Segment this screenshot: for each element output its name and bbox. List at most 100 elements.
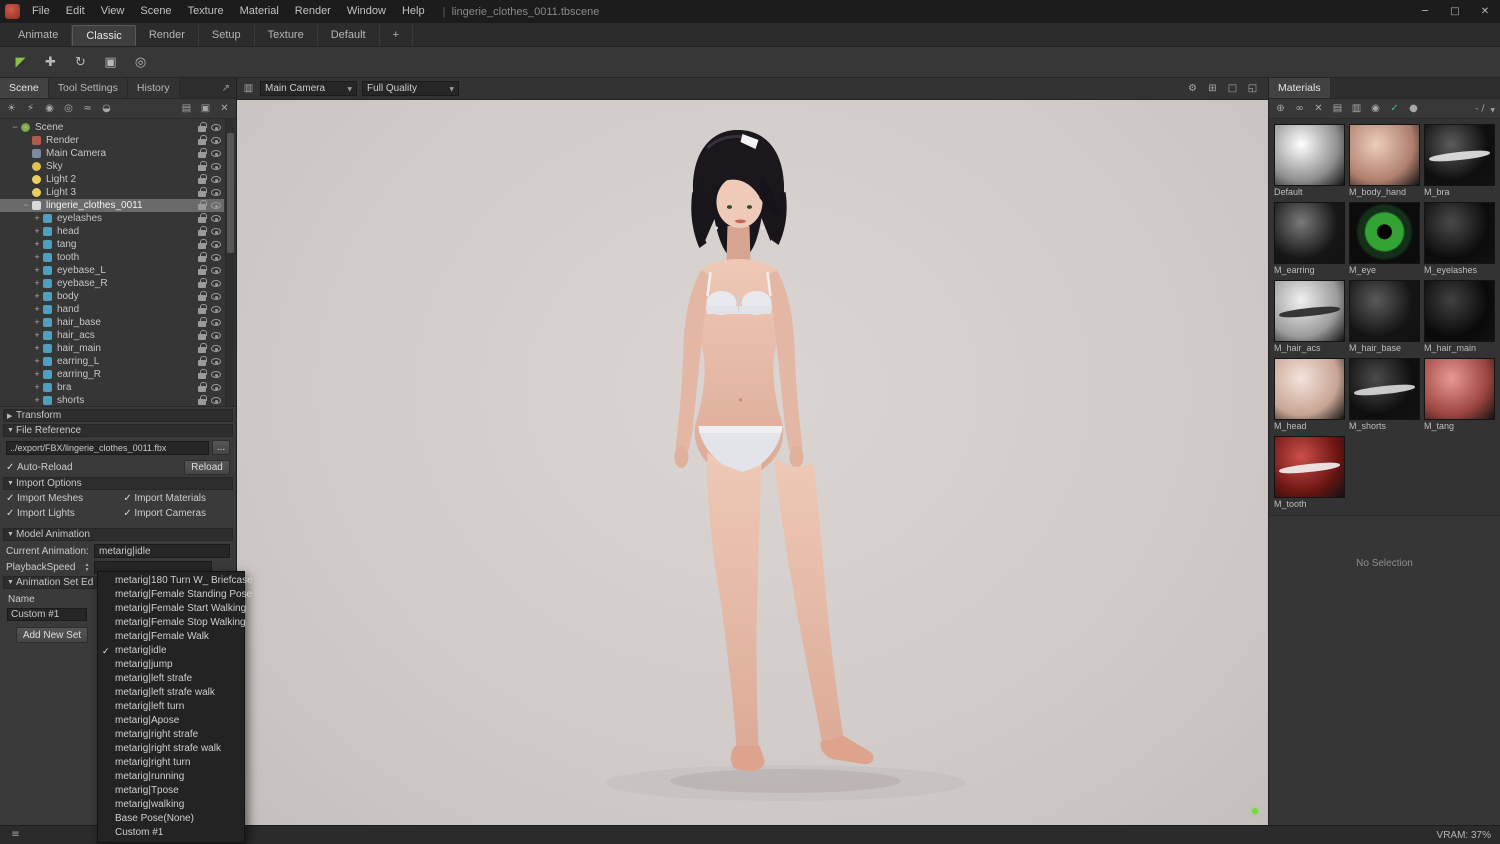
animation-option[interactable]: metarig|idle [98, 644, 244, 658]
add-turntable-icon[interactable]: ◎ [62, 102, 75, 116]
thumbnail-size-control[interactable]: - / [1475, 104, 1484, 114]
visibility-icon[interactable] [211, 176, 221, 183]
menu-item[interactable]: View [93, 0, 133, 23]
scene-tree-item[interactable]: Main Camera [0, 147, 224, 160]
visibility-icon[interactable] [211, 189, 221, 196]
new-folder-icon[interactable]: ▤ [180, 102, 193, 116]
lock-icon[interactable] [198, 342, 207, 353]
materials-menu-caret-icon[interactable] [1490, 102, 1495, 115]
maximize-button[interactable]: □ [1440, 0, 1470, 23]
visibility-icon[interactable] [211, 293, 221, 300]
animation-option[interactable]: metarig|Apose [98, 714, 244, 728]
tree-expander[interactable]: + [32, 238, 42, 251]
menu-item[interactable]: Material [232, 0, 287, 23]
lock-icon[interactable] [198, 329, 207, 340]
add-shadow-catcher-icon[interactable]: ◒ [100, 102, 113, 116]
visibility-icon[interactable] [211, 267, 221, 274]
scene-tree-item[interactable]: − lingerie_clothes_0011 [0, 199, 224, 212]
scene-tree-item[interactable]: + hair_acs [0, 329, 224, 342]
current-animation-select[interactable]: metarig|idle [94, 544, 230, 558]
file-reference-section-header[interactable]: File Reference [3, 424, 233, 437]
workspace-tab[interactable]: Animate [5, 25, 73, 46]
visibility-icon[interactable] [211, 202, 221, 209]
animation-option[interactable]: metarig|right turn [98, 756, 244, 770]
tree-expander[interactable]: + [32, 303, 42, 316]
scene-tree-item[interactable]: + tooth [0, 251, 224, 264]
scene-tree-item[interactable]: + body [0, 290, 224, 303]
lock-icon[interactable] [198, 186, 207, 197]
menu-item[interactable]: Edit [58, 0, 93, 23]
tree-expander[interactable]: + [32, 368, 42, 381]
panel-tab[interactable]: History [127, 78, 180, 98]
tab-materials[interactable]: Materials [1269, 78, 1331, 98]
scene-tree-item[interactable]: + earring_L [0, 355, 224, 368]
visibility-icon[interactable] [211, 397, 221, 404]
animation-option[interactable]: Custom #1 [98, 826, 244, 840]
lock-icon[interactable] [198, 160, 207, 171]
material-tile[interactable]: M_eyelashes [1424, 202, 1495, 276]
lock-icon[interactable] [198, 199, 207, 210]
material-tile[interactable]: M_earring [1274, 202, 1345, 276]
menu-item[interactable]: Texture [180, 0, 232, 23]
visibility-icon[interactable] [211, 215, 221, 222]
character-model[interactable] [237, 100, 1268, 825]
lock-icon[interactable] [198, 277, 207, 288]
tree-expander[interactable]: + [32, 342, 42, 355]
tree-expander[interactable]: − [10, 121, 20, 134]
material-tile[interactable]: M_hair_main [1424, 280, 1495, 354]
workspace-tab[interactable]: Default [318, 25, 380, 46]
scene-tree-item[interactable]: + hair_main [0, 342, 224, 355]
model-animation-header[interactable]: Model Animation [3, 528, 233, 541]
scene-tree-item[interactable]: + earring_R [0, 368, 224, 381]
lock-icon[interactable] [198, 251, 207, 262]
scene-tree-item[interactable]: Light 3 [0, 186, 224, 199]
import-options-header[interactable]: Import Options [3, 477, 233, 490]
add-camera-icon[interactable]: ◉ [43, 102, 56, 116]
material-tile[interactable]: M_tang [1424, 358, 1495, 432]
tree-expander[interactable]: + [32, 277, 42, 290]
animation-option[interactable]: metarig|Tpose [98, 784, 244, 798]
animation-option[interactable]: metarig|Female Walk [98, 630, 244, 644]
panel-tab[interactable]: Tool Settings [48, 78, 128, 98]
workspace-tab[interactable]: Texture [255, 25, 318, 46]
material-folder-icon[interactable]: ▤ [1331, 102, 1344, 116]
transform-section-header[interactable]: Transform [3, 409, 233, 422]
scene-tree-item[interactable]: Render [0, 134, 224, 147]
tree-expander[interactable]: + [32, 225, 42, 238]
lock-icon[interactable] [198, 316, 207, 327]
lock-icon[interactable] [198, 212, 207, 223]
camera-select[interactable]: Main Camera [260, 81, 357, 96]
animation-option[interactable]: metarig|180 Turn W_ Briefcase [98, 574, 253, 588]
playback-speed-stepper[interactable] [82, 563, 92, 573]
menu-item[interactable]: Help [394, 0, 433, 23]
animation-option[interactable]: metarig|running [98, 770, 244, 784]
animation-option[interactable]: metarig|Female Start Walking [98, 602, 246, 616]
animation-set-name-input[interactable] [7, 608, 87, 621]
menu-item[interactable]: Render [287, 0, 339, 23]
panel-tab[interactable]: Scene [0, 78, 49, 98]
lock-icon[interactable] [198, 134, 207, 145]
viewport-canvas[interactable] [237, 100, 1268, 825]
popout-viewport-icon[interactable]: ◱ [1246, 82, 1259, 96]
material-tile[interactable]: M_bra [1424, 124, 1495, 198]
lock-icon[interactable] [198, 238, 207, 249]
minimize-button[interactable]: ─ [1410, 0, 1440, 23]
animation-option[interactable]: metarig|right strafe [98, 728, 244, 742]
scene-tree-item[interactable]: + eyebase_R [0, 277, 224, 290]
visibility-icon[interactable] [211, 345, 221, 352]
lock-icon[interactable] [198, 173, 207, 184]
add-workspace-tab[interactable]: + [380, 25, 414, 46]
material-tile[interactable]: M_head [1274, 358, 1345, 432]
scene-tree-item[interactable]: + head [0, 225, 224, 238]
pivot-tool[interactable]: ◎ [127, 50, 154, 75]
auto-reload-checkbox[interactable]: Auto-Reload [6, 462, 73, 473]
link-material-icon[interactable]: ∞ [1293, 102, 1306, 116]
lock-icon[interactable] [198, 225, 207, 236]
menu-item[interactable]: Scene [132, 0, 179, 23]
animation-option[interactable]: metarig|Female Standing Pose [98, 588, 252, 602]
import-option-checkbox[interactable]: Import Meshes [6, 493, 123, 504]
visibility-icon[interactable] [211, 384, 221, 391]
material-tile[interactable]: M_body_hand [1349, 124, 1420, 198]
animation-option[interactable]: metarig|walking [98, 798, 244, 812]
material-tile[interactable]: M_hair_acs [1274, 280, 1345, 354]
